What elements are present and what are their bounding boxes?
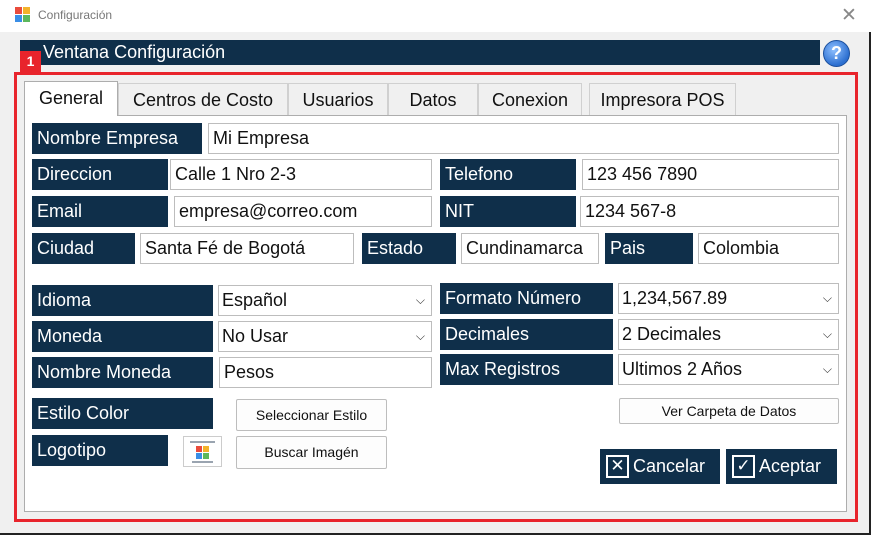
country-label: Pais: [605, 233, 693, 264]
state-field[interactable]: Cundinamarca: [461, 233, 599, 264]
find-image-button[interactable]: Buscar Imagén: [236, 436, 387, 469]
cancel-button[interactable]: ✕ Cancelar: [600, 449, 720, 484]
number-format-label: Formato Número: [440, 283, 613, 314]
cancel-button-label: Cancelar: [633, 456, 706, 476]
address-label: Direccion: [32, 159, 168, 190]
state-label: Estado: [362, 233, 456, 264]
tab-general[interactable]: General: [24, 81, 118, 116]
decimals-label: Decimales: [440, 319, 613, 350]
chevron-down-icon: ⌵: [822, 362, 832, 376]
currency-value: No Usar: [222, 326, 289, 346]
language-select[interactable]: Español ⌵: [218, 285, 432, 316]
language-label: Idioma: [32, 285, 213, 316]
accept-button[interactable]: ✓ Aceptar: [726, 449, 837, 484]
help-icon[interactable]: ?: [823, 40, 850, 67]
tab-usuarios[interactable]: Usuarios: [288, 83, 388, 115]
tab-datos[interactable]: Datos: [388, 83, 478, 115]
chevron-down-icon: ⌵: [415, 293, 425, 307]
currency-name-label: Nombre Moneda: [32, 357, 213, 388]
cancel-x-icon: ✕: [606, 455, 629, 478]
email-label: Email: [32, 196, 168, 227]
company-name-label: Nombre Empresa: [32, 123, 202, 154]
max-records-label: Max Registros: [440, 354, 613, 385]
country-field[interactable]: Colombia: [698, 233, 839, 264]
chevron-down-icon: ⌵: [822, 291, 832, 305]
tab-centros-de-costo[interactable]: Centros de Costo: [118, 83, 288, 115]
number-format-value: 1,234,567.89: [622, 288, 728, 308]
nit-field[interactable]: 1234 567-8: [580, 196, 839, 227]
select-style-button[interactable]: Seleccionar Estilo: [236, 399, 387, 431]
tab-conexion[interactable]: Conexion: [478, 83, 582, 115]
color-style-label: Estilo Color: [32, 398, 213, 429]
checkmark-icon: ✓: [732, 455, 755, 478]
max-records-value: Ultimos 2 Años: [622, 359, 743, 379]
language-value: Español: [222, 290, 288, 310]
chevron-down-icon: ⌵: [415, 329, 425, 343]
currency-name-field[interactable]: Pesos: [219, 357, 432, 388]
currency-label: Moneda: [32, 321, 213, 352]
phone-field[interactable]: 123 456 7890: [582, 159, 839, 190]
accept-button-label: Aceptar: [759, 456, 822, 476]
window-titlebar: Configuración ✕: [0, 0, 871, 32]
max-records-select[interactable]: Ultimos 2 Años ⌵: [618, 354, 839, 385]
currency-select[interactable]: No Usar ⌵: [218, 321, 432, 352]
chevron-down-icon: ⌵: [822, 327, 832, 341]
decimals-select[interactable]: 2 Decimales ⌵: [618, 319, 839, 350]
address-field[interactable]: Calle 1 Nro 2-3: [170, 159, 432, 190]
logo-label: Logotipo: [32, 435, 168, 466]
email-field[interactable]: empresa@correo.com: [174, 196, 432, 227]
highlight-badge: 1: [20, 51, 41, 72]
page-title: Ventana Configuración: [20, 40, 820, 65]
tab-impresora-pos[interactable]: Impresora POS: [589, 83, 736, 115]
city-field[interactable]: Santa Fé de Bogotá: [140, 233, 354, 264]
city-label: Ciudad: [32, 233, 135, 264]
nit-label: NIT: [440, 196, 576, 227]
phone-label: Telefono: [440, 159, 576, 190]
view-data-folder-button[interactable]: Ver Carpeta de Datos: [619, 398, 839, 424]
window-title: Configuración: [38, 8, 113, 22]
company-name-field[interactable]: Mi Empresa: [208, 123, 839, 154]
logo-image: [183, 436, 222, 467]
close-icon[interactable]: ✕: [838, 4, 860, 26]
decimals-value: 2 Decimales: [622, 324, 722, 344]
app-logo-icon: [15, 7, 31, 23]
number-format-select[interactable]: 1,234,567.89 ⌵: [618, 283, 839, 314]
